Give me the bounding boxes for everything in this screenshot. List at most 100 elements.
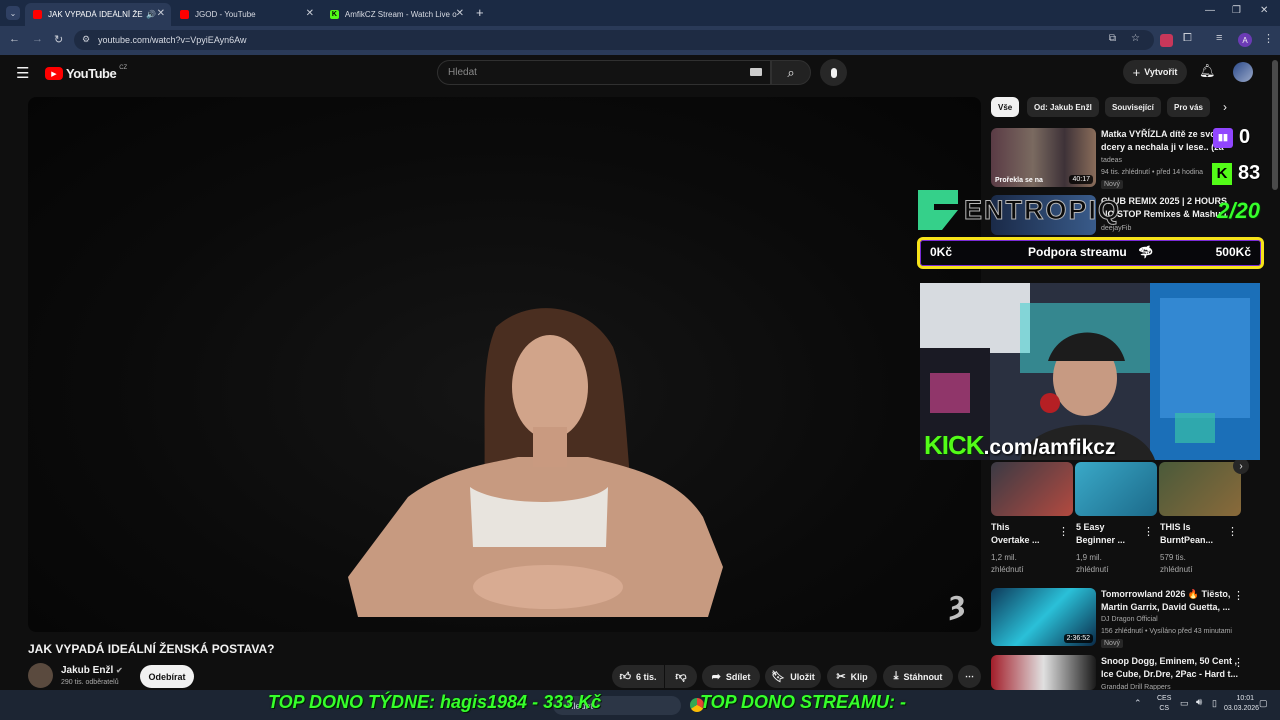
short-thumbnail[interactable]: [991, 462, 1073, 516]
speaker-icon: 🔊: [146, 10, 156, 19]
share-label: Sdílet: [725, 671, 751, 682]
new-tab-button[interactable]: +: [476, 5, 484, 20]
channel-avatar[interactable]: [28, 663, 53, 688]
chip-related[interactable]: Související: [1105, 97, 1161, 117]
short-title[interactable]: THIS Is BurntPean...: [1160, 521, 1213, 547]
close-tab-icon[interactable]: ✕: [306, 8, 314, 19]
notification-center-icon[interactable]: ▢: [1259, 698, 1268, 709]
voice-search-button[interactable]: [820, 59, 847, 86]
webcam-led-panel: [1160, 298, 1250, 418]
download-button[interactable]: ⤓ Stáhnout: [883, 665, 953, 688]
account-avatar[interactable]: [1233, 62, 1253, 82]
short-views: 579 tis. zhlédnutí: [1160, 552, 1192, 576]
short-title[interactable]: 5 Easy Beginner ...: [1076, 521, 1125, 547]
dislike-button[interactable]: 👎︎: [665, 665, 697, 688]
more-vertical-icon[interactable]: ⋮: [1233, 589, 1244, 602]
more-vertical-icon[interactable]: ⋮: [1143, 525, 1154, 538]
download-label: Stáhnout: [903, 671, 943, 682]
like-button[interactable]: 👍︎ 6 tis.: [612, 665, 664, 688]
recommendation-thumbnail[interactable]: [991, 655, 1096, 690]
chip-for-you[interactable]: Pro vás: [1167, 97, 1210, 117]
browser-menu-icon[interactable]: ⋮: [1263, 32, 1274, 45]
clip-button[interactable]: ✂ Klip: [827, 665, 877, 688]
search-placeholder: Hledat: [448, 67, 477, 78]
language-code: CES: [1157, 695, 1172, 702]
short-thumbnail[interactable]: [1159, 462, 1241, 516]
title-line: Matka VYŘÍZLA dítě ze svojí: [1101, 129, 1221, 139]
subscribe-button[interactable]: Odebírat: [140, 665, 194, 688]
recommendation-channel[interactable]: tadeas: [1101, 155, 1122, 166]
recommendation-title[interactable]: Matka VYŘÍZLA dítě ze svojí dcery a nech…: [1101, 128, 1224, 154]
minimize-icon[interactable]: —: [1205, 5, 1215, 16]
title-line: Overtake ...: [991, 535, 1040, 545]
recommendation-thumbnail[interactable]: Prořekla se na 40:17: [991, 128, 1096, 187]
title-line: THIS Is: [1160, 522, 1191, 532]
tray-chevron-icon[interactable]: ⌃: [1134, 698, 1142, 709]
tab-amfikcz-stream[interactable]: K AmfikCZ Stream - Watch Live o ✕: [322, 3, 470, 26]
battery-icon[interactable]: ▯: [1212, 698, 1217, 709]
cast-icon[interactable]: ⧉: [1109, 33, 1116, 44]
chip-from-channel[interactable]: Od: Jakub Enžl: [1027, 97, 1099, 117]
close-tab-icon[interactable]: ✕: [157, 8, 165, 19]
short-title[interactable]: This Overtake ...: [991, 521, 1040, 547]
tab-jgod[interactable]: JGOD - YouTube ✕: [172, 3, 320, 26]
create-label: Vytvořit: [1144, 67, 1178, 77]
video-player[interactable]: Ȝ: [28, 97, 981, 632]
clock-time: 10:01: [1236, 695, 1254, 702]
chip-all[interactable]: Vše: [991, 97, 1020, 117]
page-scrollbar[interactable]: [1272, 60, 1278, 190]
title-line: Martin Garrix, David Guetta, ...: [1101, 602, 1231, 612]
close-tab-icon[interactable]: ✕: [456, 8, 464, 19]
network-icon[interactable]: ▭: [1180, 698, 1189, 709]
notifications-bell-icon[interactable]: 🔔︎: [1199, 63, 1216, 79]
profile-avatar[interactable]: A: [1238, 33, 1252, 47]
close-window-icon[interactable]: ✕: [1260, 5, 1268, 16]
more-vertical-icon[interactable]: ⋮: [1058, 525, 1069, 538]
keyboard-icon[interactable]: [750, 68, 762, 76]
maximize-icon[interactable]: ❐: [1232, 5, 1241, 16]
search-input[interactable]: Hledat: [437, 60, 771, 85]
youtube-logo[interactable]: ▶ YouTube CZ: [45, 65, 127, 81]
search-button[interactable]: ⌕: [771, 60, 811, 85]
bookmark-star-icon[interactable]: ☆: [1131, 33, 1140, 44]
reload-icon[interactable]: ↻: [54, 33, 63, 46]
site-info-icon[interactable]: ⚙: [82, 34, 90, 45]
clock[interactable]: 10:01 03.03.2026: [1224, 694, 1259, 714]
create-button[interactable]: + Vytvořit: [1123, 60, 1187, 84]
meta-line: zhlédnutí: [1076, 565, 1109, 574]
short-thumbnail[interactable]: [1075, 462, 1157, 516]
language-indicator[interactable]: CES CS: [1157, 694, 1171, 714]
recommendation-thumbnail[interactable]: 2:36:52: [991, 588, 1096, 646]
download-icon: ⤓: [893, 670, 899, 682]
recommendation-title[interactable]: Tomorrowland 2026 🔥 Tiësto, Martin Garri…: [1101, 588, 1230, 614]
share-button[interactable]: ➦ Sdílet: [702, 665, 760, 688]
meta-line: zhlédnutí: [1160, 565, 1193, 574]
hamburger-menu-icon[interactable]: ☰: [16, 64, 29, 82]
more-vertical-icon[interactable]: ⋮: [1227, 525, 1238, 538]
channel-name-text: Jakub Enžl: [61, 665, 114, 676]
more-vertical-icon[interactable]: ⋮: [1233, 656, 1244, 669]
donation-goal-start: 0Kč: [930, 245, 953, 259]
title-line: This: [991, 522, 1010, 532]
recommendation-title[interactable]: Snoop Dogg, Eminem, 50 Cent , Ice Cube, …: [1101, 655, 1238, 681]
shorts-next-chevron-icon[interactable]: ›: [1233, 458, 1249, 474]
recommendation-channel[interactable]: DJ Dragon Official: [1101, 614, 1158, 625]
chips-next-chevron-icon[interactable]: ›: [1223, 100, 1227, 114]
more-actions-button[interactable]: ⋯: [958, 665, 981, 688]
video-duration: 2:36:52: [1063, 634, 1093, 643]
reading-list-icon[interactable]: ≡: [1216, 32, 1222, 44]
volume-icon[interactable]: 🔊︎: [1196, 697, 1202, 708]
tab-current-video[interactable]: JAK VYPADÁ IDEÁLNÍ ŽENS 🔊 ✕: [25, 3, 171, 26]
back-icon[interactable]: ←: [9, 33, 20, 45]
clip-label: Klip: [850, 671, 868, 682]
channel-name[interactable]: Jakub Enžl ✔: [61, 665, 123, 676]
donation-goal-bar: 0Kč Podpora streamu 🦈︎ 500Kč: [917, 237, 1264, 269]
save-button[interactable]: 🔖︎ Uložit: [765, 665, 821, 688]
address-bar[interactable]: ⚙ youtube.com/watch?v=VpyiEAyn6Aw ⧉ ☆: [74, 30, 1154, 50]
tab-search-button[interactable]: ⌄: [6, 6, 20, 20]
short-views: 1,9 mil. zhlédnutí: [1076, 552, 1108, 576]
extension-badge-icon[interactable]: [1160, 34, 1173, 47]
bookmark-icon: 🔖︎: [771, 671, 786, 683]
forward-icon[interactable]: →: [32, 33, 43, 45]
extensions-puzzle-icon[interactable]: ⧠: [1183, 32, 1192, 45]
